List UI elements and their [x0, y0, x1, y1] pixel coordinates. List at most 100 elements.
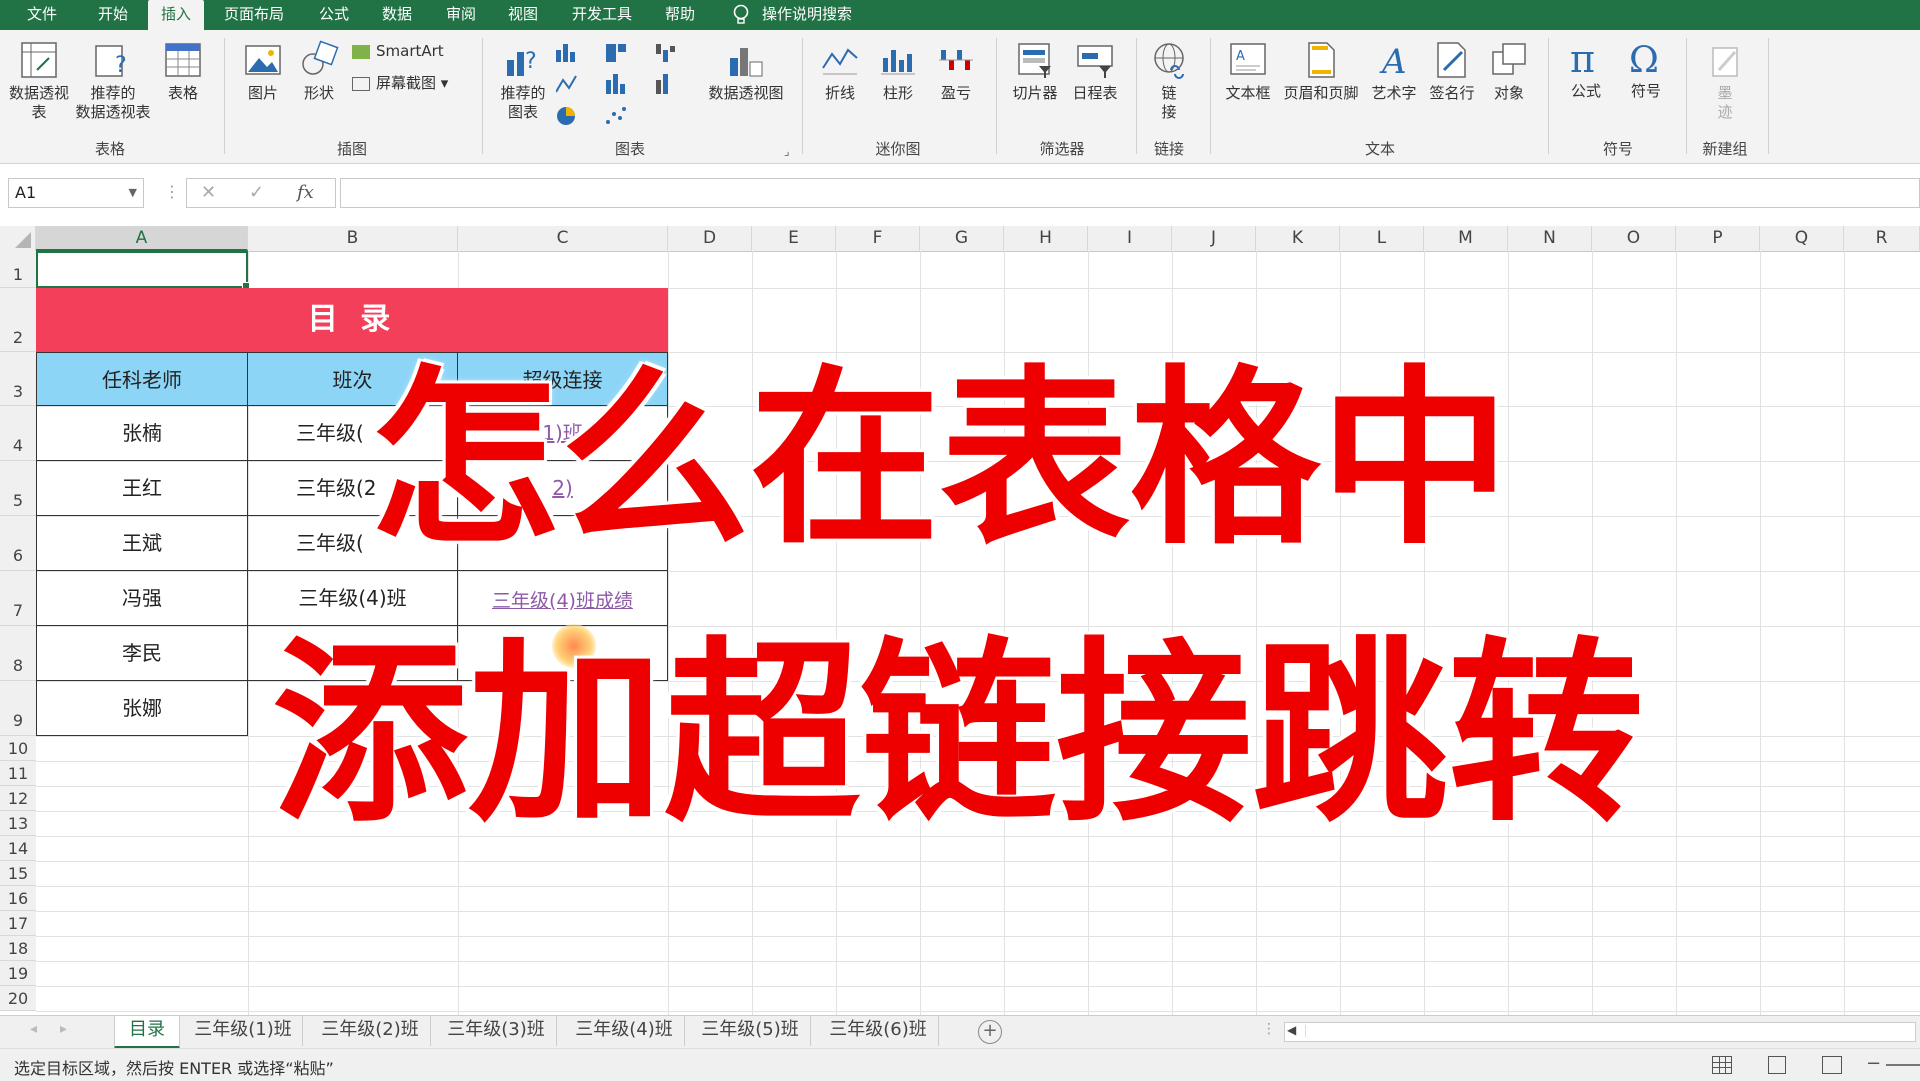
row-header[interactable]: 11 [0, 761, 36, 786]
row-header[interactable]: 2 [0, 288, 36, 352]
header-footer-button[interactable]: 页眉和页脚 [1278, 40, 1364, 103]
recommended-pivot-button[interactable]: ? 推荐的 数据透视表 [72, 40, 154, 122]
row-header[interactable]: 16 [0, 886, 36, 911]
textbox-button[interactable]: A 文本框 [1220, 40, 1276, 103]
tab-home[interactable]: 开始 [88, 0, 138, 30]
scroll-left-icon[interactable]: ◂ [30, 1021, 37, 1037]
row-header[interactable]: 5 [0, 461, 36, 516]
row-header[interactable]: 18 [0, 936, 36, 961]
pivot-chart-button[interactable]: 数据透视图 [700, 40, 792, 103]
column-header[interactable]: F [836, 226, 920, 251]
sheet-tab[interactable]: 三年级(3)班 [436, 1016, 557, 1046]
tell-me-search[interactable]: 操作说明搜索 [762, 0, 872, 30]
column-header[interactable]: B [248, 226, 458, 251]
horizontal-scrollbar[interactable]: ◀ [1284, 1022, 1916, 1042]
row-header[interactable]: 4 [0, 406, 36, 461]
pivot-table-button[interactable]: 数据透视表 [8, 40, 70, 122]
insert-function-icon[interactable]: fx [297, 182, 314, 203]
recommended-charts-button[interactable]: ? 推荐的 图表 [494, 40, 552, 122]
tab-page-layout[interactable]: 页面布局 [214, 0, 294, 30]
sparkline-column-button[interactable]: 柱形 [872, 40, 924, 103]
sheet-tab-directory[interactable]: 目录 [114, 1016, 180, 1049]
row-header[interactable]: 7 [0, 571, 36, 626]
row-header[interactable]: 1 [0, 251, 36, 288]
sheet-tab[interactable]: 三年级(2)班 [310, 1016, 431, 1046]
sheet-tab[interactable]: 三年级(1)班 [184, 1016, 303, 1046]
row-header[interactable]: 10 [0, 736, 36, 761]
tab-review[interactable]: 审阅 [436, 0, 486, 30]
name-box[interactable]: A1 ▼ [8, 178, 144, 208]
cancel-icon[interactable]: ✕ [201, 182, 216, 203]
column-header[interactable]: O [1592, 226, 1676, 251]
row-header[interactable]: 19 [0, 961, 36, 986]
add-sheet-icon[interactable]: + [978, 1020, 1002, 1044]
symbol-button[interactable]: Ω 符号 [1620, 38, 1672, 101]
column-header[interactable]: E [752, 226, 836, 251]
scroll-left-arrow-icon[interactable]: ◀ [1287, 1023, 1296, 1037]
equation-button[interactable]: π 公式 [1560, 38, 1612, 101]
zoom-slider[interactable] [1886, 1064, 1920, 1066]
tab-help[interactable]: 帮助 [656, 0, 704, 30]
shapes-button[interactable]: 形状 [294, 40, 344, 103]
column-header[interactable]: D [668, 226, 752, 251]
column-header[interactable]: K [1256, 226, 1340, 251]
row-header[interactable]: 14 [0, 836, 36, 861]
column-header[interactable]: J [1172, 226, 1256, 251]
row-header[interactable]: 17 [0, 911, 36, 936]
signature-line-button[interactable]: 签名行 [1424, 40, 1480, 103]
column-header[interactable]: H [1004, 226, 1088, 251]
screenshot-button[interactable]: 屏幕截图 ▾ [352, 74, 472, 93]
row-header[interactable]: 9 [0, 681, 36, 736]
table-button[interactable]: 表格 [158, 40, 208, 103]
tab-insert[interactable]: 插入 [148, 0, 204, 30]
column-header[interactable]: A [36, 226, 248, 251]
tab-data[interactable]: 数据 [372, 0, 422, 30]
dialog-launcher-icon[interactable]: ⌟ [784, 144, 790, 158]
sparkline-winloss-button[interactable]: 盈亏 [930, 40, 982, 103]
scrollbar-thumb[interactable] [1305, 1025, 1906, 1037]
column-header[interactable]: C [458, 226, 668, 251]
hyperlink-cell[interactable]: 三年级(4)班成绩 [458, 571, 668, 626]
sheet-tab[interactable]: 三年级(4)班 [564, 1016, 685, 1046]
tab-file[interactable]: 文件 [18, 0, 66, 30]
normal-view-icon[interactable] [1712, 1056, 1732, 1074]
tab-split-handle[interactable]: ⋮ [1262, 1021, 1276, 1037]
column-header[interactable]: Q [1760, 226, 1844, 251]
row-header[interactable]: 8 [0, 626, 36, 681]
sparkline-line-button[interactable]: 折线 [814, 40, 866, 103]
column-header[interactable]: L [1340, 226, 1424, 251]
scroll-right-icon[interactable]: ▸ [60, 1021, 67, 1037]
page-break-view-icon[interactable] [1822, 1056, 1842, 1074]
row-header[interactable]: 13 [0, 811, 36, 836]
column-header[interactable]: P [1676, 226, 1760, 251]
ink-button[interactable]: 墨 迹 [1700, 40, 1750, 122]
pictures-button[interactable]: 图片 [238, 40, 288, 103]
column-header[interactable]: I [1088, 226, 1172, 251]
tab-developer[interactable]: 开发工具 [562, 0, 642, 30]
row-header[interactable]: 20 [0, 986, 36, 1011]
selected-cell-a1[interactable] [36, 251, 250, 290]
row-header[interactable]: 6 [0, 516, 36, 571]
column-header[interactable]: R [1844, 226, 1920, 251]
sheet-tab[interactable]: 三年级(6)班 [818, 1016, 939, 1046]
object-button[interactable]: 对象 [1484, 40, 1534, 103]
row-header[interactable]: 12 [0, 786, 36, 811]
sheet-tab[interactable]: 三年级(5)班 [690, 1016, 811, 1046]
smartart-button[interactable]: SmartArt [352, 42, 462, 61]
link-button[interactable]: 链 接 [1146, 40, 1192, 122]
tab-view[interactable]: 视图 [498, 0, 548, 30]
timeline-button[interactable]: 日程表 [1066, 40, 1124, 103]
row-header[interactable]: 15 [0, 861, 36, 886]
tab-formulas[interactable]: 公式 [310, 0, 358, 30]
enter-check-icon[interactable]: ✓ [249, 182, 264, 203]
column-header[interactable]: N [1508, 226, 1592, 251]
slicer-button[interactable]: 切片器 [1006, 40, 1064, 103]
page-layout-view-icon[interactable] [1768, 1056, 1786, 1074]
select-all-corner[interactable] [0, 226, 36, 251]
formula-input[interactable] [340, 178, 1920, 208]
column-header[interactable]: G [920, 226, 1004, 251]
row-header[interactable]: 3 [0, 352, 36, 406]
wordart-button[interactable]: A 艺术字 [1368, 40, 1420, 103]
zoom-out-icon[interactable]: − [1866, 1053, 1881, 1074]
column-header[interactable]: M [1424, 226, 1508, 251]
